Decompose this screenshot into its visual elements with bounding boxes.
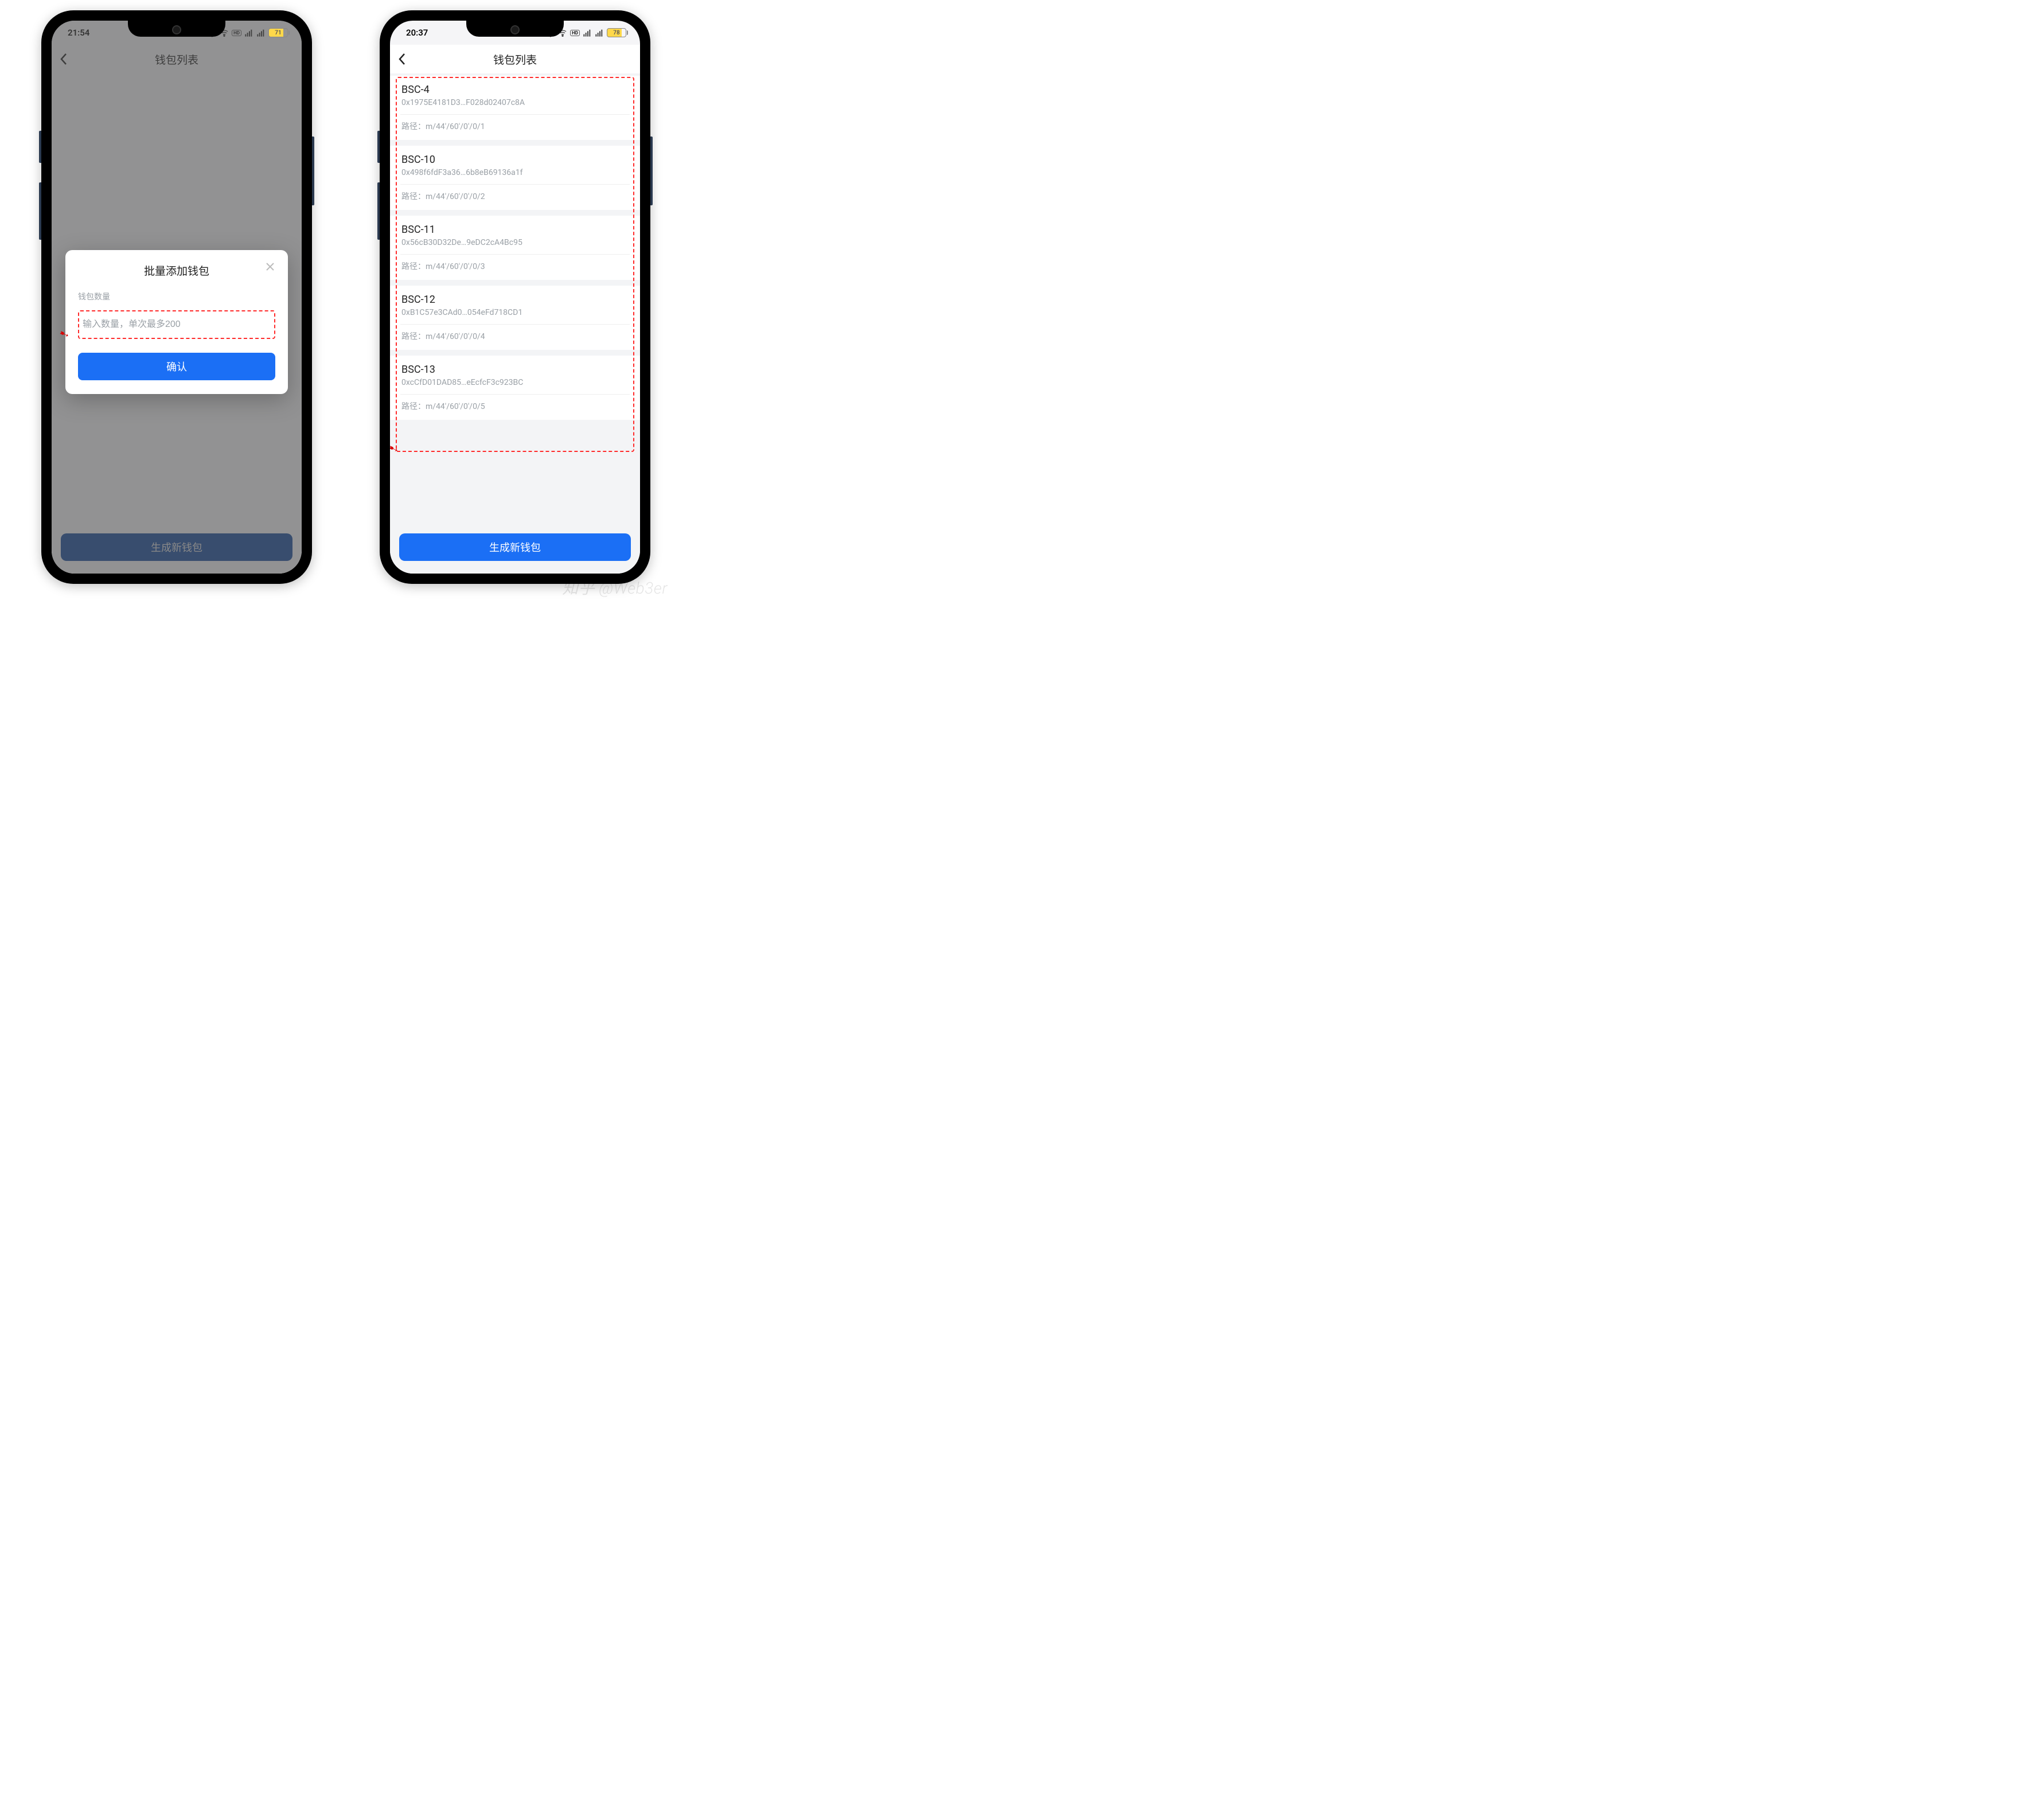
wallet-path: 路径：m/44'/60'/0'/0/1 — [401, 120, 629, 132]
status-time: 21:54 — [68, 28, 89, 38]
wallet-address: 0x1975E4181D3…F028d02407c8A — [401, 98, 629, 107]
wallet-address: 0xcCfD01DAD85…eEcfcF3c923BC — [401, 378, 629, 387]
signal-icon-1 — [583, 28, 592, 37]
confirm-button[interactable]: 确认 — [78, 353, 275, 380]
stage: 21:54 HD 71 钱包列表 — [0, 0, 681, 606]
hd-icon: HD — [570, 30, 580, 36]
wallet-path: 路径：m/44'/60'/0'/0/2 — [401, 190, 629, 202]
wallet-path: 路径：m/44'/60'/0'/0/3 — [401, 260, 629, 272]
phone-left: 21:54 HD 71 钱包列表 — [41, 10, 312, 584]
wallet-path: 路径：m/44'/60'/0'/0/4 — [401, 330, 629, 342]
main-body-right: BSC-4 0x1975E4181D3…F028d02407c8A 路径：m/44'… — [390, 73, 640, 574]
hd-icon: HD — [232, 30, 241, 36]
phone-notch — [128, 21, 225, 37]
screen-left: 21:54 HD 71 钱包列表 — [52, 21, 302, 574]
wallet-item[interactable]: BSC-10 0x498f6fdF3a36…6b8eB69136a1f 路径：m/4… — [390, 146, 640, 210]
wallet-item[interactable]: BSC-12 0xB1C57e3CAd0…054eFd718CD1 路径：m/44'… — [390, 286, 640, 350]
generate-wallet-button[interactable]: 生成新钱包 — [399, 533, 631, 561]
wallet-path: 路径：m/44'/60'/0'/0/5 — [401, 400, 629, 412]
battery-icon: 78 — [607, 28, 626, 37]
watermark: 知乎 @Web3er — [562, 576, 668, 599]
wallet-name: BSC-4 — [401, 84, 629, 96]
wallet-name: BSC-12 — [401, 294, 629, 306]
battery-icon: 71 — [268, 28, 288, 37]
app-header: 钱包列表 — [390, 45, 640, 73]
wallet-list[interactable]: BSC-4 0x1975E4181D3…F028d02407c8A 路径：m/44'… — [390, 73, 640, 420]
wallet-name: BSC-11 — [401, 224, 629, 236]
wallet-item[interactable]: BSC-11 0x56cB30D32De…9eDC2cA4Bc95 路径：m/44'… — [390, 216, 640, 280]
close-icon — [265, 262, 275, 272]
signal-icon-1 — [244, 28, 253, 37]
phone-right: 20:37 HD 78 钱包列表 — [380, 10, 650, 584]
header-title: 钱包列表 — [399, 52, 631, 67]
wallet-name: BSC-10 — [401, 154, 629, 166]
status-time: 20:37 — [406, 28, 428, 38]
back-button[interactable] — [398, 53, 406, 65]
wallet-address: 0x498f6fdF3a36…6b8eB69136a1f — [401, 168, 629, 177]
screen-right: 20:37 HD 78 钱包列表 — [390, 21, 640, 574]
modal-title-text: 批量添加钱包 — [144, 264, 209, 278]
modal-title: 批量添加钱包 — [78, 263, 275, 278]
wallet-address: 0xB1C57e3CAd0…054eFd718CD1 — [401, 308, 629, 317]
signal-icon-2 — [595, 28, 604, 37]
modal-field-label: 钱包数量 — [78, 291, 275, 302]
modal-close-button[interactable] — [265, 262, 275, 272]
signal-icon-2 — [256, 28, 266, 37]
phone-notch — [466, 21, 564, 37]
wallet-address: 0x56cB30D32De…9eDC2cA4Bc95 — [401, 238, 629, 247]
wallet-count-input[interactable] — [79, 311, 274, 338]
wallet-item[interactable]: BSC-4 0x1975E4181D3…F028d02407c8A 路径：m/44'… — [390, 76, 640, 140]
highlight-box-input — [78, 310, 275, 339]
annotation-arrow-icon: ➸ — [390, 441, 400, 455]
wallet-name: BSC-13 — [401, 364, 629, 376]
chevron-left-icon — [398, 53, 406, 65]
wallet-item[interactable]: BSC-13 0xcCfD01DAD85…eEcfcF3c923BC 路径：m/44… — [390, 356, 640, 420]
batch-add-wallet-modal: 批量添加钱包 钱包数量 确认 — [65, 250, 288, 394]
